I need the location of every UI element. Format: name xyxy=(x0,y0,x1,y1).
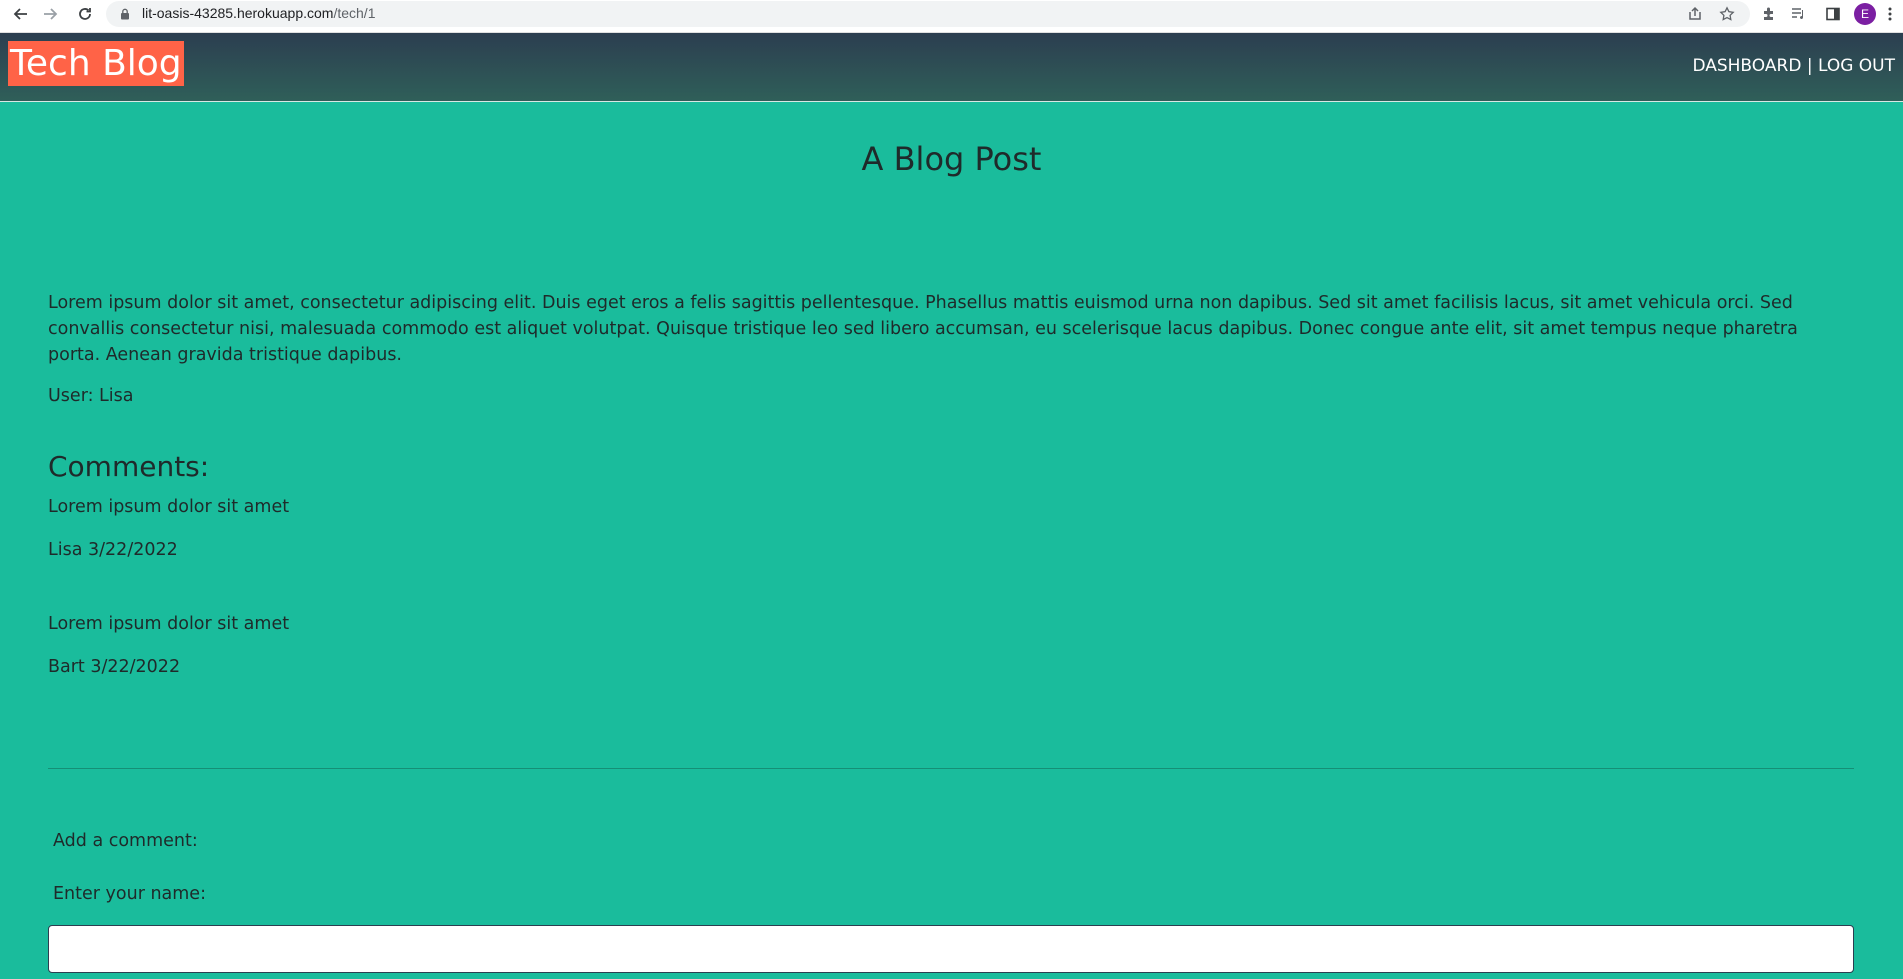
nav-separator: | xyxy=(1801,56,1818,76)
comment-meta: Bart 3/22/2022 xyxy=(48,657,181,677)
add-comment-title: Add a comment: xyxy=(53,831,198,851)
menu-icon[interactable] xyxy=(1882,4,1898,24)
comment-text: Lorem ipsum dolor sit amet xyxy=(48,497,290,517)
lock-icon[interactable] xyxy=(120,8,130,20)
url-domain: lit-oasis-43285.herokuapp.com xyxy=(142,5,334,21)
back-icon[interactable] xyxy=(7,0,35,28)
media-icon[interactable] xyxy=(1788,4,1808,24)
comment-text: Lorem ipsum dolor sit amet xyxy=(48,614,290,634)
profile-avatar[interactable]: E xyxy=(1854,3,1876,25)
post-body: Lorem ipsum dolor sit amet, consectetur … xyxy=(48,293,1798,365)
comment-item: Lorem ipsum dolor sit amet Lisa 3/22/202… xyxy=(48,494,848,563)
forward-icon[interactable] xyxy=(36,0,64,28)
bookmark-star-icon[interactable] xyxy=(1718,5,1736,23)
name-label: Enter your name: xyxy=(53,884,206,904)
post-title: A Blog Post xyxy=(861,140,1042,178)
section-divider xyxy=(48,768,1854,769)
side-panel-icon[interactable] xyxy=(1823,4,1843,24)
extensions-icon[interactable] xyxy=(1759,4,1779,24)
brand-logo-link[interactable]: Tech Blog xyxy=(8,41,184,86)
post-author: User: Lisa xyxy=(48,386,134,406)
url-path: /tech/1 xyxy=(333,5,376,21)
comments-heading: Comments: xyxy=(48,450,210,483)
name-input[interactable] xyxy=(48,925,1854,973)
logout-link[interactable]: LOG OUT xyxy=(1818,56,1895,76)
site-header: Tech Blog DASHBOARD | LOG OUT xyxy=(0,33,1903,102)
share-icon[interactable] xyxy=(1686,5,1704,23)
header-nav: DASHBOARD | LOG OUT xyxy=(1692,56,1895,76)
main-content: A Blog Post Lorem ipsum dolor sit amet, … xyxy=(0,102,1903,979)
comment-meta: Lisa 3/22/2022 xyxy=(48,540,178,560)
browser-toolbar: lit-oasis-43285.herokuapp.com/tech/1 E xyxy=(0,0,1903,33)
reload-icon[interactable] xyxy=(71,0,99,28)
address-bar[interactable]: lit-oasis-43285.herokuapp.com/tech/1 xyxy=(106,1,1750,27)
url-text[interactable]: lit-oasis-43285.herokuapp.com/tech/1 xyxy=(142,5,375,21)
comment-item: Lorem ipsum dolor sit amet Bart 3/22/202… xyxy=(48,611,848,680)
dashboard-link[interactable]: DASHBOARD xyxy=(1692,56,1801,76)
